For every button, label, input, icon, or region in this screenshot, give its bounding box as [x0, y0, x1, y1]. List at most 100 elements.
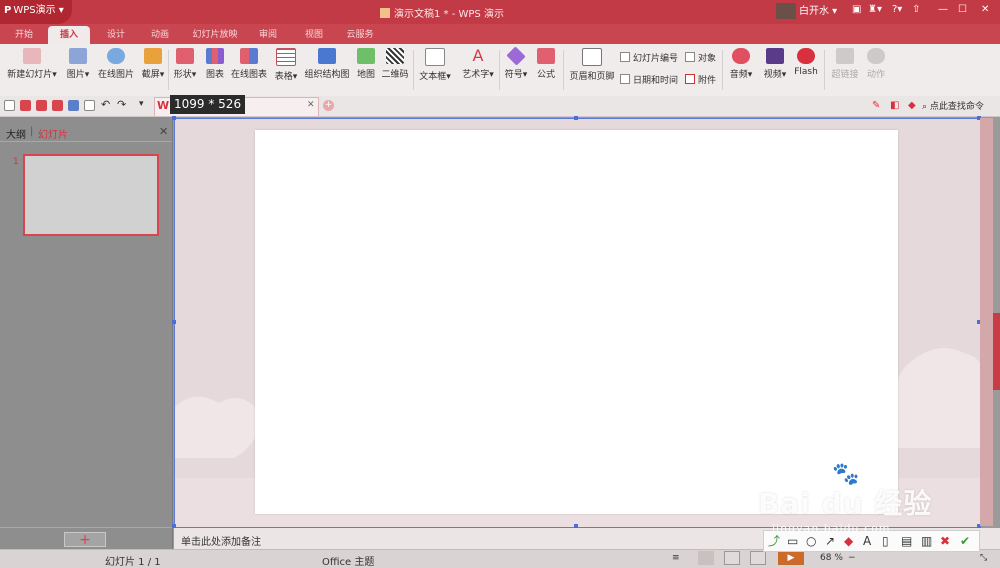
fit-window-icon[interactable]: ⤡ [980, 553, 987, 563]
shape-icon [176, 48, 194, 64]
slide[interactable] [255, 130, 898, 514]
help-icon[interactable]: ?▾ [892, 4, 902, 15]
slide-thumbnail[interactable] [23, 154, 159, 236]
watermark: 🐾 Bai du 经验 jingyan.baidu.com [742, 462, 992, 550]
customize-dropdown-icon[interactable]: ▾ [139, 99, 144, 109]
attachment-button[interactable]: 附件 [685, 73, 716, 86]
new-slide-button[interactable]: 新建幻灯片▾ [4, 48, 60, 80]
zoom-out-icon[interactable]: − [848, 553, 856, 563]
date-time-button[interactable]: 日期和时间 [620, 73, 678, 86]
tab-insert[interactable]: 插入 [48, 26, 90, 44]
action-button[interactable]: 动作 [863, 48, 889, 80]
notes-placeholder[interactable]: 单击此处添加备注 [181, 533, 261, 548]
add-slide-button[interactable]: + [64, 532, 106, 547]
close-button[interactable]: ✕ [981, 4, 989, 15]
share-icon[interactable]: ◧ [890, 100, 899, 111]
notes-toggle-icon[interactable]: ≡ [672, 553, 688, 567]
tools-icon[interactable]: ♜▾ [868, 4, 882, 15]
zoom-level[interactable]: 68 % [820, 553, 843, 563]
brush-icon[interactable]: ✎ [872, 100, 880, 111]
tab-slideshow[interactable]: 幻灯片放映 [184, 26, 246, 44]
resize-handle[interactable] [574, 116, 578, 120]
hyperlink-button[interactable]: 超链接 [828, 48, 862, 80]
close-panel-icon[interactable]: ✕ [159, 125, 168, 138]
audio-button[interactable]: 音频▾ [726, 48, 756, 80]
qrcode-button[interactable]: 二维码 [380, 48, 410, 80]
panel-divider [0, 141, 172, 142]
video-button[interactable]: 视频▾ [760, 48, 790, 80]
object-icon [685, 52, 695, 62]
formula-button[interactable]: 公式 [533, 48, 559, 80]
org-chart-icon [318, 48, 336, 64]
object-button[interactable]: 对象 [685, 51, 716, 64]
ribbon-separator [722, 50, 723, 90]
scrollbar-thumb[interactable] [993, 313, 1000, 390]
close-tab-icon[interactable]: ✕ [307, 100, 315, 110]
header-footer-button[interactable]: 页眉和页脚 [567, 48, 617, 82]
shape-button[interactable]: 形状▾ [170, 48, 200, 80]
slide-number-button[interactable]: 幻灯片编号 [620, 51, 678, 64]
resize-handle[interactable] [172, 320, 176, 324]
app-name: WPS演示 [13, 5, 56, 16]
open-icon[interactable] [20, 100, 31, 111]
table-button[interactable]: 表格▾ [271, 48, 301, 82]
watermark-brand: Bai du 经验 [758, 487, 933, 520]
print-icon[interactable] [68, 100, 79, 111]
maximize-button[interactable]: ☐ [958, 4, 967, 15]
play-slideshow-icon[interactable]: ▶ [778, 551, 804, 565]
restore-ribbon-icon[interactable]: ⇧ [912, 4, 920, 15]
redo-icon[interactable]: ↷ [117, 98, 126, 111]
avatar [776, 3, 796, 19]
picture-button[interactable]: 图片▾ [62, 48, 94, 80]
export-pdf-icon[interactable] [52, 100, 63, 111]
qrcode-icon [386, 48, 404, 64]
skin-icon[interactable]: ▣ [852, 4, 861, 15]
symbol-button[interactable]: 符号▾ [502, 46, 530, 80]
slide-sorter-icon[interactable] [724, 551, 740, 565]
online-picture-button[interactable]: 在线图片 [96, 48, 136, 80]
screenshot-icon [144, 48, 162, 64]
tab-outline[interactable]: 大纲 [6, 126, 26, 141]
tab-animation[interactable]: 动画 [140, 26, 180, 44]
reading-view-icon[interactable] [750, 551, 766, 565]
ribbon-separator [168, 50, 169, 90]
find-command[interactable]: ⌕ 点此查找命令 [922, 99, 984, 112]
quick-access-bar [0, 96, 1000, 117]
minimize-button[interactable]: — [938, 4, 948, 15]
tab-slides[interactable]: 幻灯片 [38, 126, 68, 141]
resize-handle[interactable] [172, 116, 176, 120]
document-title: 演示文稿1 * - WPS 演示 [380, 5, 580, 20]
formula-icon [537, 48, 555, 64]
online-chart-button[interactable]: 在线图表 [229, 48, 269, 80]
tab-cloud[interactable]: 云服务 [340, 26, 380, 44]
wordart-icon: A [472, 46, 484, 65]
selection-size-label: 1099 * 526 [170, 95, 246, 114]
normal-view-icon[interactable] [698, 551, 714, 565]
undo-icon[interactable]: ↶ [101, 98, 110, 111]
app-menu-button[interactable]: P WPS演示 ▾ [0, 0, 72, 24]
pin-icon[interactable]: ◆ [908, 100, 916, 111]
symbol-icon [506, 46, 526, 66]
table-icon [276, 48, 296, 66]
theme-name: Office 主题 [322, 557, 375, 568]
textbox-button[interactable]: 文本框▾ [416, 48, 454, 82]
user-name: 白开水 [799, 6, 829, 17]
tab-divider: | [30, 126, 34, 137]
vertical-scrollbar[interactable] [980, 118, 993, 526]
screenshot-button[interactable]: 截屏▾ [138, 48, 168, 80]
org-chart-button[interactable]: 组织结构图 [303, 48, 351, 80]
print-preview-icon[interactable] [84, 100, 95, 111]
tab-view[interactable]: 视图 [296, 26, 332, 44]
save-icon[interactable] [36, 100, 47, 111]
tab-review[interactable]: 审阅 [250, 26, 286, 44]
tab-design[interactable]: 设计 [96, 26, 136, 44]
tab-home[interactable]: 开始 [4, 26, 44, 44]
wordart-button[interactable]: A 艺术字▾ [458, 46, 498, 81]
chart-button[interactable]: 图表 [202, 48, 228, 80]
new-tab-icon[interactable]: + [323, 100, 334, 111]
map-button[interactable]: 地图 [353, 48, 379, 80]
flash-button[interactable]: Flash [792, 48, 820, 77]
user-account[interactable]: 白开水 ▾ [776, 3, 837, 21]
online-chart-icon [240, 48, 258, 64]
new-document-icon[interactable] [4, 100, 15, 111]
